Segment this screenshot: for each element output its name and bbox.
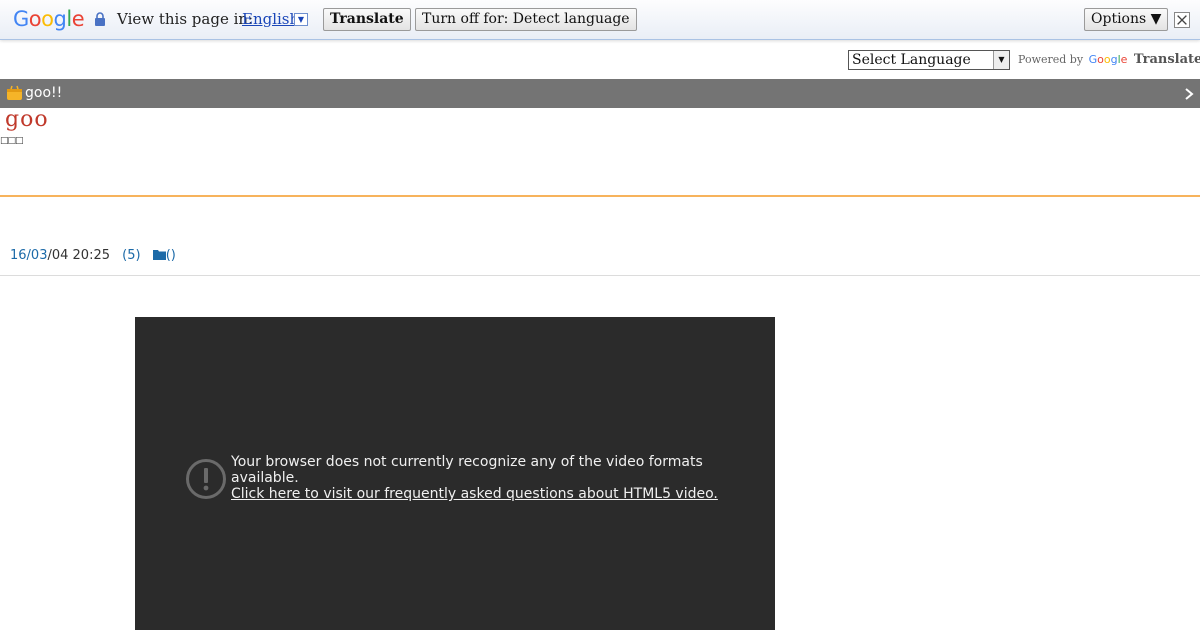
video-player[interactable]: Your browser does not currently recogniz… bbox=[135, 317, 775, 630]
google-mini-letter: o bbox=[1097, 53, 1104, 66]
site-name[interactable]: goo!! bbox=[25, 84, 62, 102]
google-mini-letter: G bbox=[1088, 53, 1098, 66]
language-select[interactable]: Select Language ▼ bbox=[848, 50, 1010, 70]
html5-faq-link[interactable]: Click here to visit our frequently asked… bbox=[231, 486, 718, 502]
post-date-time: /04 20:25 bbox=[47, 248, 110, 263]
gift-icon bbox=[7, 85, 22, 100]
language-dropdown-arrow[interactable]: ▼ bbox=[294, 13, 308, 26]
google-logo-letter: o bbox=[41, 7, 54, 31]
meta-divider bbox=[0, 275, 1200, 276]
header-divider bbox=[0, 195, 1200, 197]
language-select-value: Select Language bbox=[852, 52, 971, 68]
google-mini-logo: Google bbox=[1089, 53, 1128, 66]
chevron-down-icon: ▼ bbox=[993, 51, 1009, 69]
comments-link[interactable]: (5) bbox=[122, 248, 140, 263]
powered-by-google: Powered by Google Translate bbox=[1018, 52, 1200, 68]
turn-off-button[interactable]: Turn off for: Detect language bbox=[415, 8, 637, 31]
post-meta: 16/03/04 20:25 (5) () bbox=[10, 248, 176, 264]
alert-icon bbox=[186, 459, 226, 499]
google-logo-letter: g bbox=[53, 7, 67, 31]
blog-brand[interactable]: goo bbox=[5, 107, 49, 133]
google-translate-bar: Google View this page in: English ▼ Tran… bbox=[0, 0, 1200, 40]
google-logo-letter: G bbox=[13, 7, 29, 31]
video-error-message: Your browser does not currently recogniz… bbox=[231, 454, 751, 502]
translate-label: Translate bbox=[1133, 52, 1200, 67]
powered-by-label: Powered by bbox=[1018, 53, 1084, 66]
google-logo-letter: e bbox=[71, 7, 85, 31]
google-mini-letter: g bbox=[1110, 53, 1118, 66]
google-mini-letter: e bbox=[1120, 53, 1128, 66]
site-header-bar: goo!! bbox=[0, 79, 1200, 108]
google-logo: Google bbox=[13, 6, 85, 32]
folder-icon bbox=[152, 250, 166, 260]
google-logo-letter: o bbox=[28, 7, 42, 31]
category-link[interactable]: () bbox=[166, 248, 176, 263]
translate-button[interactable]: Translate bbox=[323, 8, 411, 31]
lock-icon bbox=[95, 12, 105, 26]
video-error-text: Your browser does not currently recogniz… bbox=[231, 454, 703, 486]
language-link[interactable]: English bbox=[242, 10, 299, 28]
google-mini-letter: o bbox=[1103, 53, 1111, 66]
post-date-link[interactable]: 16/03 bbox=[10, 248, 47, 263]
close-icon[interactable] bbox=[1174, 12, 1190, 28]
options-button[interactable]: Options ▼ bbox=[1084, 8, 1169, 31]
blog-subtitle: □□□ bbox=[0, 136, 23, 146]
chevron-right-icon[interactable] bbox=[1183, 87, 1195, 101]
view-page-label: View this page in: bbox=[117, 10, 254, 28]
